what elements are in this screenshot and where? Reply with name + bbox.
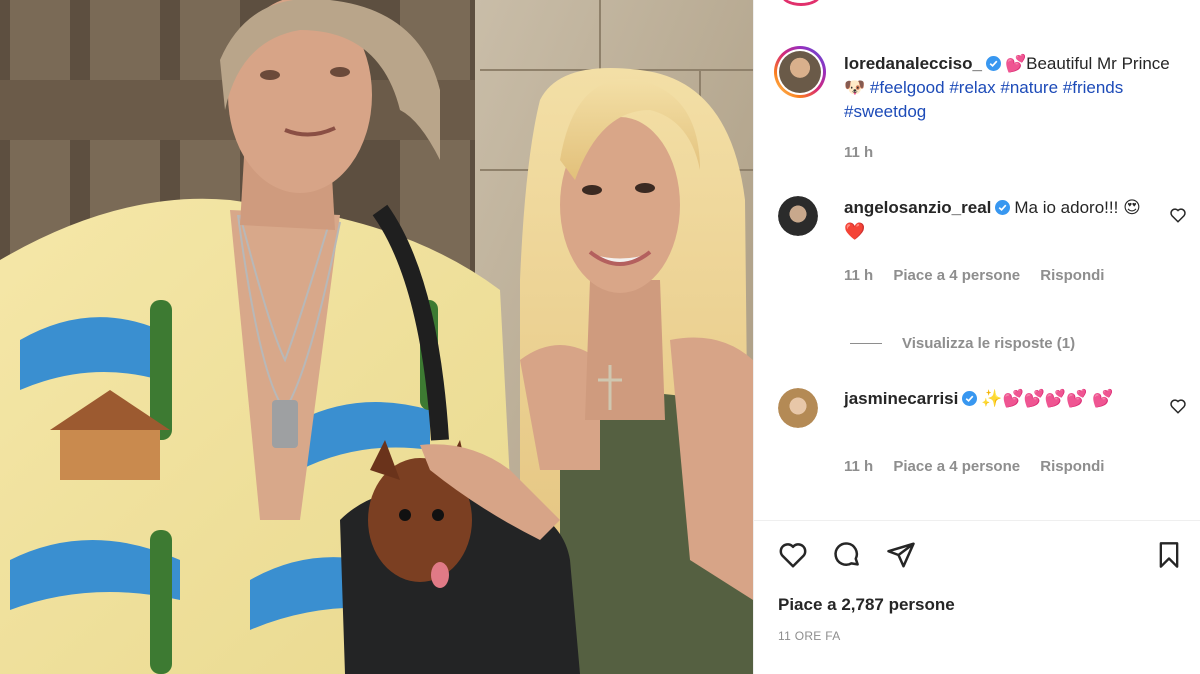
share-icon xyxy=(887,542,915,568)
comment-meta: 11 h Piace a 4 persone Rispondi xyxy=(844,267,1120,284)
comment-username[interactable]: angelosanzio_real xyxy=(844,198,991,217)
reply-button[interactable]: Rispondi xyxy=(1040,458,1104,475)
like-button[interactable] xyxy=(776,538,810,572)
comment-likes[interactable]: Piace a 4 persone xyxy=(893,267,1020,284)
heart-icon[interactable] xyxy=(1169,397,1187,415)
comment-time: 11 h xyxy=(844,458,874,475)
post-photo[interactable] xyxy=(0,0,753,674)
share-button[interactable] xyxy=(884,538,918,572)
hashtag-nature[interactable]: #nature xyxy=(1000,78,1058,97)
likes-count[interactable]: Piace a 2,787 persone xyxy=(778,595,955,615)
author-avatar[interactable] xyxy=(774,46,826,98)
heart-icon xyxy=(779,543,807,568)
bookmark-icon xyxy=(1159,542,1179,568)
comment-avatar[interactable] xyxy=(778,388,818,428)
comment-time: 11 h xyxy=(844,267,874,284)
post-caption: loredanalecciso_ 💕Beautiful Mr Prince 🐶 #f… xyxy=(844,52,1174,124)
view-replies-label: Visualizza le risposte (1) xyxy=(902,335,1076,352)
comment-emoji: 💕 xyxy=(1091,389,1114,408)
save-button[interactable] xyxy=(1152,538,1186,572)
hashtag-relax[interactable]: #relax xyxy=(949,78,995,97)
hashtag-sweetdog[interactable]: #sweetdog xyxy=(844,102,926,121)
photo-illustration xyxy=(0,0,753,674)
replies-divider-line xyxy=(850,343,882,344)
comment-meta: 11 h Piace a 4 persone Rispondi xyxy=(844,458,1120,475)
comment-avatar[interactable] xyxy=(778,196,818,236)
heart-icon[interactable] xyxy=(1169,206,1187,224)
comment-item: jasminecarrisi ✨💕💕💕💕 💕 xyxy=(844,387,1144,411)
author-username[interactable]: loredanalecciso_ xyxy=(844,54,982,73)
caption-text: Beautiful Mr Prince xyxy=(1026,54,1170,73)
hashtag-feelgood[interactable]: #feelgood xyxy=(870,78,945,97)
hashtag-friends[interactable]: #friends xyxy=(1063,78,1123,97)
verified-icon xyxy=(995,200,1011,215)
caption-emoji: 💕 xyxy=(1004,54,1027,73)
verified-icon xyxy=(985,56,1001,71)
comment-text: ✨💕💕💕💕 xyxy=(981,389,1088,408)
comment-username[interactable]: jasminecarrisi xyxy=(844,389,958,408)
comment-likes[interactable]: Piace a 4 persone xyxy=(893,458,1020,475)
post-time-label: 11 h xyxy=(844,144,874,161)
reply-button[interactable]: Rispondi xyxy=(1040,267,1104,284)
comment-text: Ma io adoro!!! xyxy=(1014,198,1119,217)
caption-dog-emoji: 🐶 xyxy=(844,78,866,97)
header-avatar-ring xyxy=(781,0,821,6)
post-time: 11 h xyxy=(844,144,889,161)
comment-button[interactable] xyxy=(830,538,864,572)
actions-divider xyxy=(754,520,1200,521)
comment-icon xyxy=(834,542,859,566)
comment-item: angelosanzio_real Ma io adoro!!! 😍❤️ xyxy=(844,196,1144,244)
comments-panel: loredanalecciso_ 💕Beautiful Mr Prince🐶 #f… xyxy=(753,0,1200,674)
post-time-ago: 11 ORE FA xyxy=(778,629,841,643)
verified-icon xyxy=(962,391,978,406)
view-replies-button[interactable]: Visualizza le risposte (1) xyxy=(850,335,1075,352)
